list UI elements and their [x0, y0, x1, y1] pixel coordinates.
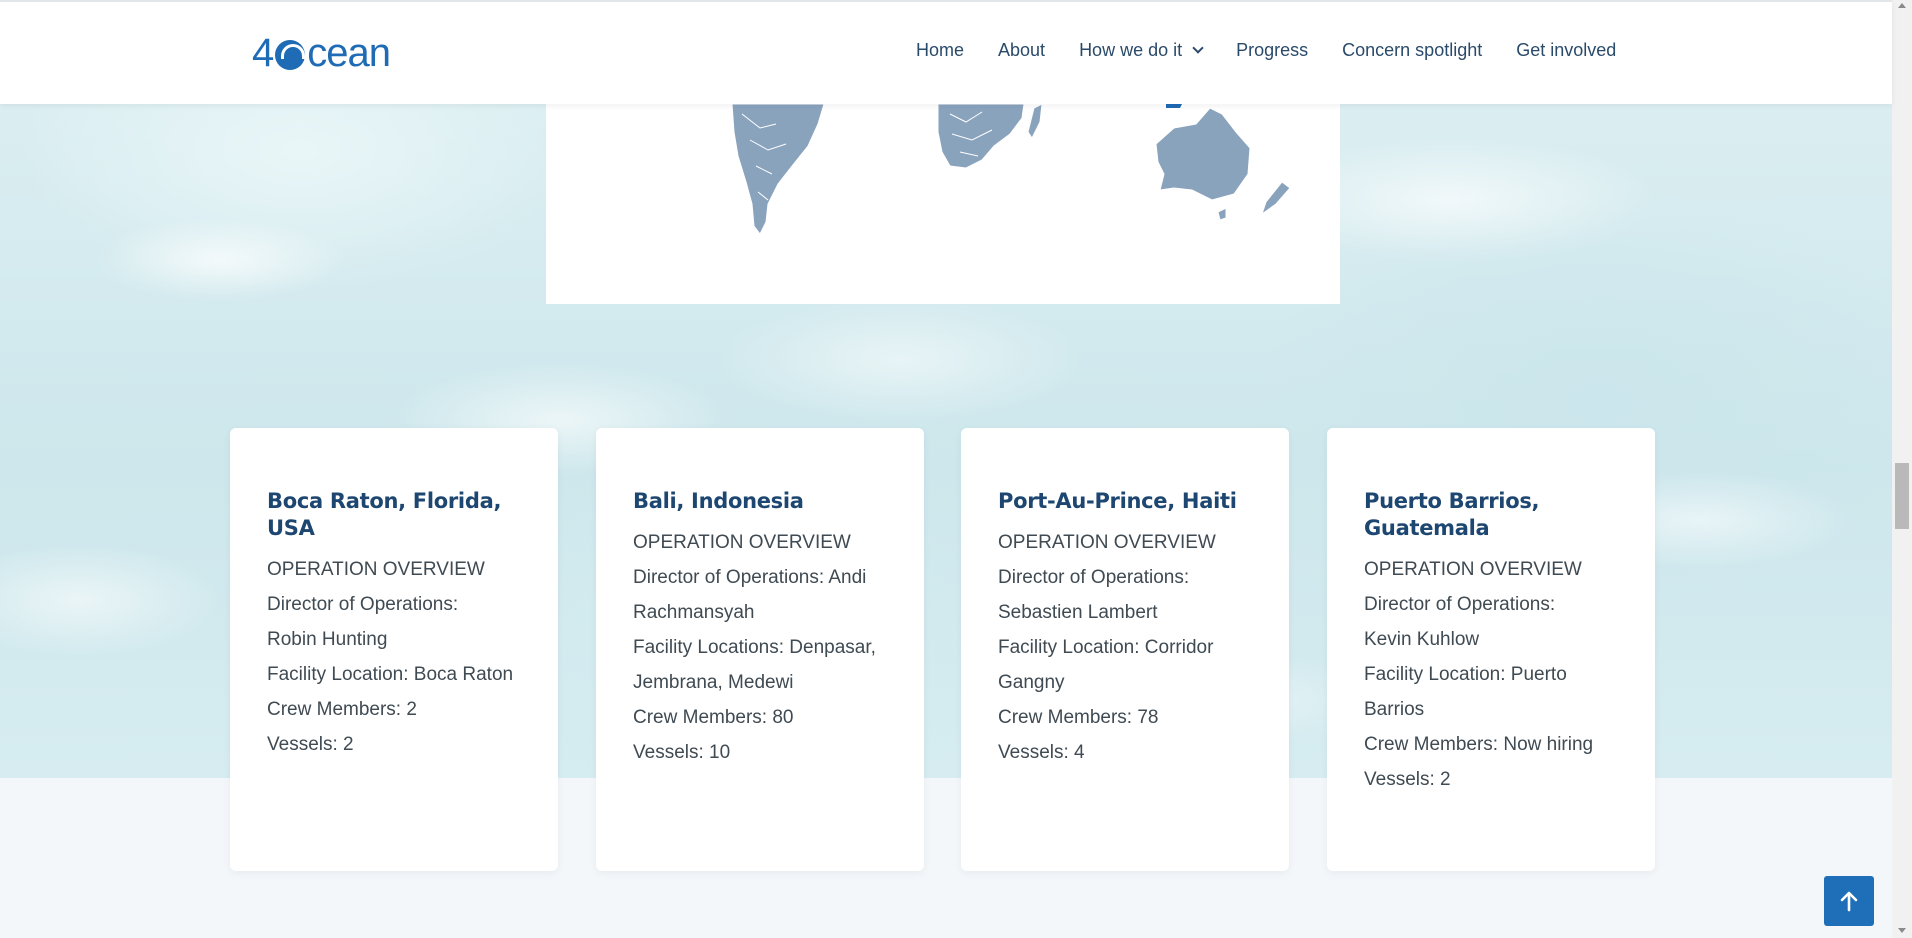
card-line: Barrios	[1364, 699, 1425, 720]
scrollbar-thumb[interactable]	[1895, 463, 1909, 529]
card-line: Director of Operations: Andi	[633, 567, 867, 588]
nav-home[interactable]: Home	[916, 40, 964, 61]
card-line: Facility Location: Corridor	[998, 637, 1214, 658]
nav-get-involved[interactable]: Get involved	[1516, 40, 1616, 61]
operation-card-boca-raton: Boca Raton, Florida, USA OPERATION OVERV…	[230, 428, 558, 871]
card-line: Vessels: 2	[267, 734, 354, 755]
nav-how-we-do-it[interactable]: How we do it	[1079, 40, 1204, 61]
logo-text-a: 4	[252, 30, 274, 75]
chevron-down-icon	[1192, 42, 1204, 54]
card-line: Facility Locations: Denpasar,	[633, 637, 876, 658]
card-line: Vessels: 4	[998, 742, 1085, 763]
nav-progress[interactable]: Progress	[1236, 40, 1308, 61]
operations-map	[546, 104, 1340, 304]
scroll-up-arrow-icon[interactable]	[1898, 3, 1906, 8]
card-title: Port-Au-Prince, Haiti	[998, 489, 1237, 513]
card-line: Vessels: 10	[633, 742, 731, 763]
nav-concern-spotlight[interactable]: Concern spotlight	[1342, 40, 1482, 61]
card-line: OPERATION OVERVIEW	[633, 532, 851, 553]
card-line: Gangny	[998, 672, 1065, 693]
card-line: OPERATION OVERVIEW	[1364, 559, 1582, 580]
card-title: Bali, Indonesia	[633, 489, 804, 513]
card-line: Jembrana, Medewi	[633, 672, 794, 693]
4ocean-logo[interactable]: 4 cean	[252, 30, 391, 76]
nav-about[interactable]: About	[998, 40, 1045, 61]
map-marker	[1166, 104, 1182, 108]
card-line: Robin Hunting	[267, 629, 388, 650]
card-line: Vessels: 2	[1364, 769, 1451, 790]
card-line: Crew Members: 80	[633, 707, 794, 728]
card-line: Director of Operations:	[998, 567, 1190, 588]
logo-text-b: cean	[307, 30, 391, 75]
card-line: Sebastien Lambert	[998, 602, 1158, 623]
card-line: Crew Members: 78	[998, 707, 1159, 728]
map-tasmania	[1217, 207, 1227, 221]
wave-icon	[275, 40, 306, 70]
card-line: Director of Operations:	[1364, 594, 1556, 615]
operation-card-bali: Bali, Indonesia OPERATION OVERVIEW Direc…	[596, 428, 924, 871]
card-line: Director of Operations:	[267, 594, 459, 615]
scroll-down-arrow-icon[interactable]	[1898, 928, 1906, 933]
card-line: OPERATION OVERVIEW	[267, 559, 485, 580]
card-line: Kevin Kuhlow	[1364, 629, 1480, 650]
map-australia	[1155, 107, 1251, 201]
card-line: Rachmansyah	[633, 602, 755, 623]
map-madagascar	[1027, 104, 1043, 139]
operation-card-puerto-barrios: Puerto Barrios, Guatemala OPERATION OVER…	[1327, 428, 1655, 871]
operation-card-port-au-prince: Port-Au-Prince, Haiti OPERATION OVERVIEW…	[961, 428, 1289, 871]
nav-how-we-do-it-label: How we do it	[1079, 40, 1183, 60]
card-line: Crew Members: 2	[267, 699, 417, 720]
card-line: Crew Members: Now hiring	[1364, 734, 1594, 755]
main-nav: Home About How we do it Progress Concern…	[916, 40, 1616, 61]
card-line: OPERATION OVERVIEW	[998, 532, 1216, 553]
card-title: Boca Raton, Florida, USA	[267, 489, 502, 540]
card-line: Facility Location: Puerto	[1364, 664, 1567, 685]
card-line: Facility Location: Boca Raton	[267, 664, 514, 685]
site-header: 4 cean Home About How we do it Progress C…	[0, 0, 1892, 104]
back-to-top-button[interactable]	[1824, 876, 1874, 926]
world-map-graphic	[731, 104, 1291, 235]
arrow-up-icon	[1840, 891, 1858, 912]
card-title: Puerto Barrios, Guatemala	[1364, 489, 1540, 540]
map-new-zealand	[1261, 181, 1291, 216]
map-south-america	[731, 104, 825, 235]
